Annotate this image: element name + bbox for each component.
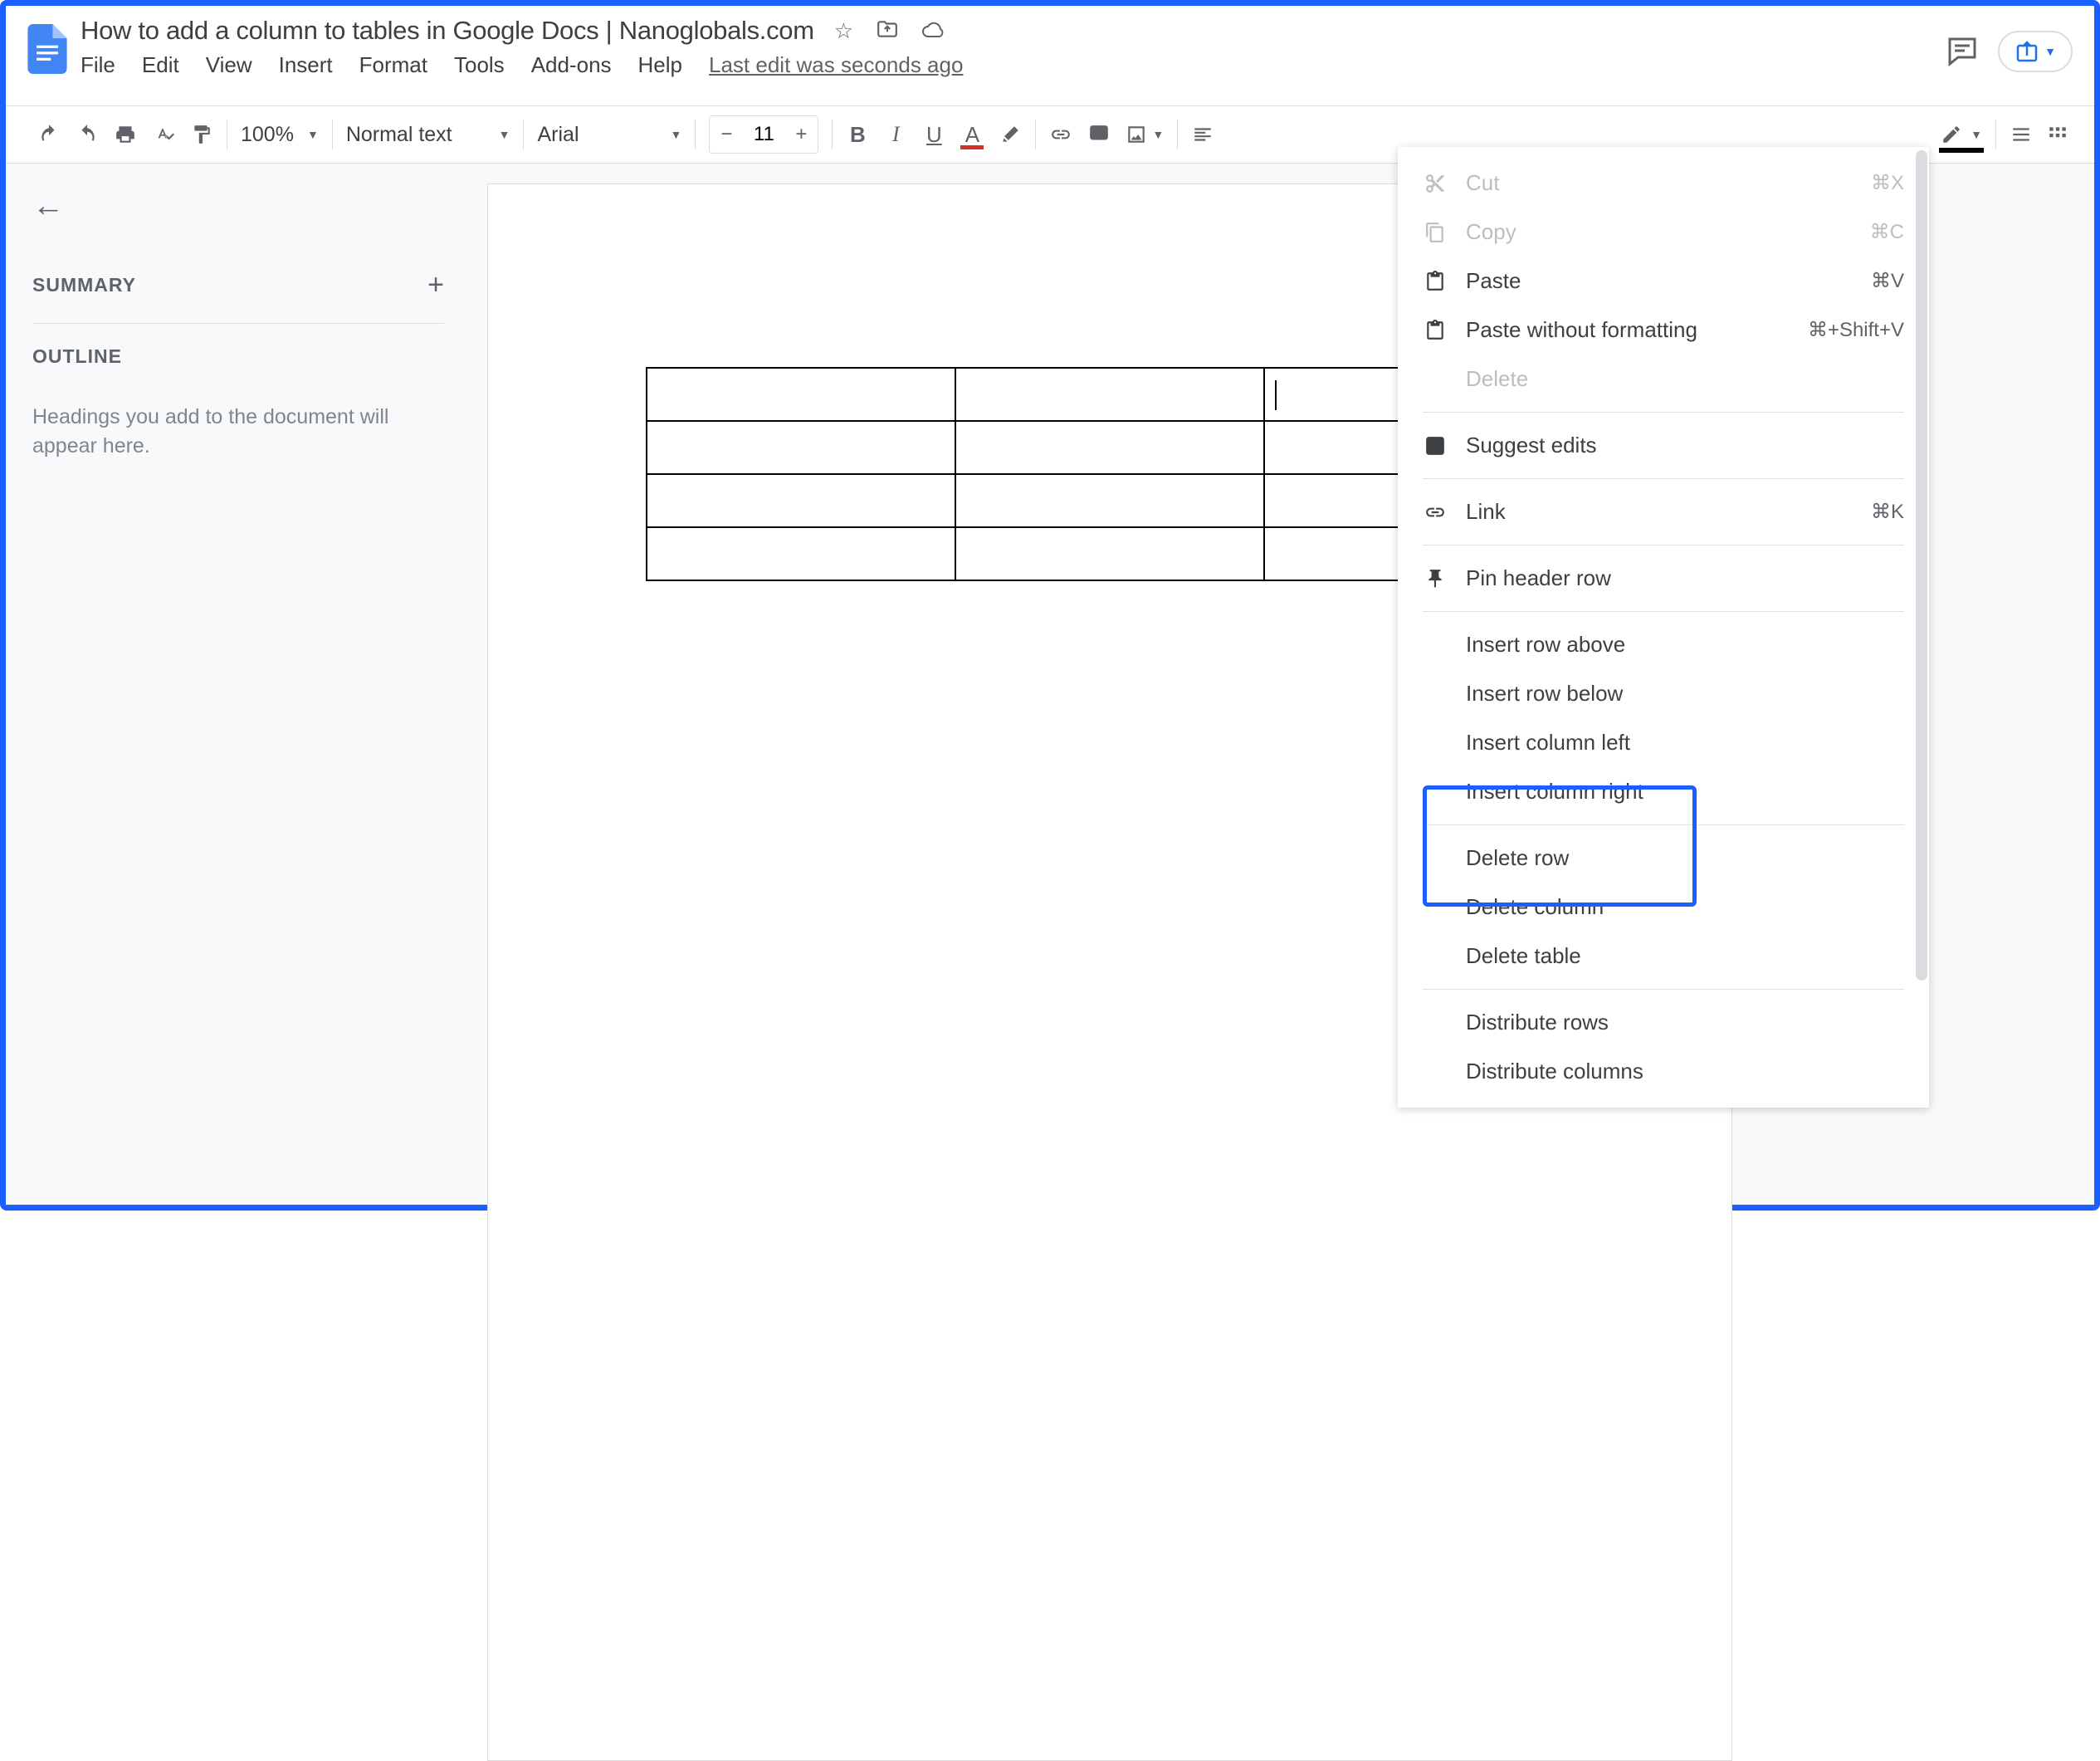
context-insert-row-above[interactable]: Insert row above	[1398, 620, 1929, 669]
context-menu-scrollbar[interactable]	[1916, 150, 1927, 981]
context-distribute-cols[interactable]: Distribute columns	[1398, 1047, 1929, 1096]
italic-icon[interactable]: I	[884, 120, 907, 149]
context-paste[interactable]: Paste ⌘V	[1398, 257, 1929, 306]
insert-image-icon[interactable]: ▼	[1126, 120, 1164, 149]
context-suggest[interactable]: Suggest edits	[1398, 421, 1929, 470]
highlight-icon[interactable]	[999, 120, 1022, 149]
context-insert-col-left[interactable]: Insert column left	[1398, 718, 1929, 767]
context-distribute-rows[interactable]: Distribute rows	[1398, 998, 1929, 1047]
context-insert-row-below[interactable]: Insert row below	[1398, 669, 1929, 718]
print-icon[interactable]	[114, 120, 137, 149]
summary-heading: SUMMARY	[32, 274, 136, 296]
spellcheck-icon[interactable]	[152, 120, 175, 149]
paint-format-icon[interactable]	[190, 120, 213, 149]
context-paste-plain[interactable]: Paste without formatting ⌘+Shift+V	[1398, 306, 1929, 355]
menu-file[interactable]: File	[81, 52, 115, 78]
editing-mode-icon[interactable]: ▼	[1941, 120, 1982, 149]
paste-icon	[1423, 271, 1448, 292]
context-delete: Delete	[1398, 355, 1929, 404]
paste-plain-icon	[1423, 320, 1448, 341]
chevron-down-icon: ▼	[2044, 45, 2056, 58]
menu-format[interactable]: Format	[359, 52, 427, 78]
fontsize-increase[interactable]: +	[784, 116, 818, 153]
star-icon[interactable]: ☆	[834, 18, 853, 44]
menu-edit[interactable]: Edit	[142, 52, 179, 78]
paragraph-style-select[interactable]: Normal text▼	[346, 123, 510, 147]
menu-view[interactable]: View	[206, 52, 252, 78]
zoom-select[interactable]: 100%▼	[241, 123, 319, 147]
fontsize-decrease[interactable]: −	[710, 116, 743, 153]
share-button[interactable]: ▼	[1998, 31, 2073, 72]
outline-heading: OUTLINE	[32, 345, 444, 368]
undo-icon[interactable]	[37, 120, 61, 149]
link-icon	[1423, 501, 1448, 523]
move-icon[interactable]	[877, 18, 898, 44]
align-icon[interactable]	[1191, 120, 1214, 149]
edit-status[interactable]: Last edit was seconds ago	[709, 52, 963, 78]
add-comment-icon[interactable]	[1087, 120, 1111, 149]
cloud-icon[interactable]	[921, 18, 945, 44]
copy-icon	[1423, 222, 1448, 243]
redo-icon[interactable]	[76, 120, 99, 149]
context-menu: Cut ⌘X Copy ⌘C Paste ⌘V Paste without fo…	[1398, 147, 1929, 1108]
document-title[interactable]: How to add a column to tables in Google …	[81, 16, 814, 46]
pin-icon	[1423, 568, 1448, 589]
more-icon[interactable]	[2046, 120, 2069, 149]
font-select[interactable]: Arial▼	[537, 123, 681, 147]
outline-sidebar: ← SUMMARY + OUTLINE Headings you add to …	[6, 164, 471, 1205]
outline-placeholder: Headings you add to the document will ap…	[32, 403, 422, 461]
add-summary-icon[interactable]: +	[427, 269, 444, 301]
fontsize-value[interactable]: 11	[743, 123, 784, 146]
context-cut: Cut ⌘X	[1398, 159, 1929, 208]
menu-insert[interactable]: Insert	[279, 52, 333, 78]
cut-icon	[1423, 173, 1448, 194]
context-delete-row[interactable]: Delete row	[1398, 834, 1929, 883]
link-icon[interactable]	[1049, 120, 1072, 149]
context-insert-col-right[interactable]: Insert column right	[1398, 767, 1929, 816]
hide-menus-icon[interactable]	[2010, 120, 2033, 149]
context-pin-header[interactable]: Pin header row	[1398, 554, 1929, 603]
context-copy: Copy ⌘C	[1398, 208, 1929, 257]
context-delete-col[interactable]: Delete column	[1398, 883, 1929, 932]
bold-icon[interactable]: B	[846, 120, 869, 149]
context-delete-table[interactable]: Delete table	[1398, 932, 1929, 981]
text-color-icon[interactable]: A	[960, 120, 984, 149]
comment-history-icon[interactable]	[1945, 34, 1980, 69]
menu-help[interactable]: Help	[638, 52, 682, 78]
underline-icon[interactable]: U	[922, 120, 945, 149]
suggest-icon	[1423, 435, 1448, 457]
context-link[interactable]: Link ⌘K	[1398, 487, 1929, 536]
collapse-sidebar-icon[interactable]: ←	[32, 188, 444, 224]
menu-addons[interactable]: Add-ons	[531, 52, 612, 78]
docs-logo[interactable]	[22, 16, 72, 82]
menu-tools[interactable]: Tools	[454, 52, 505, 78]
